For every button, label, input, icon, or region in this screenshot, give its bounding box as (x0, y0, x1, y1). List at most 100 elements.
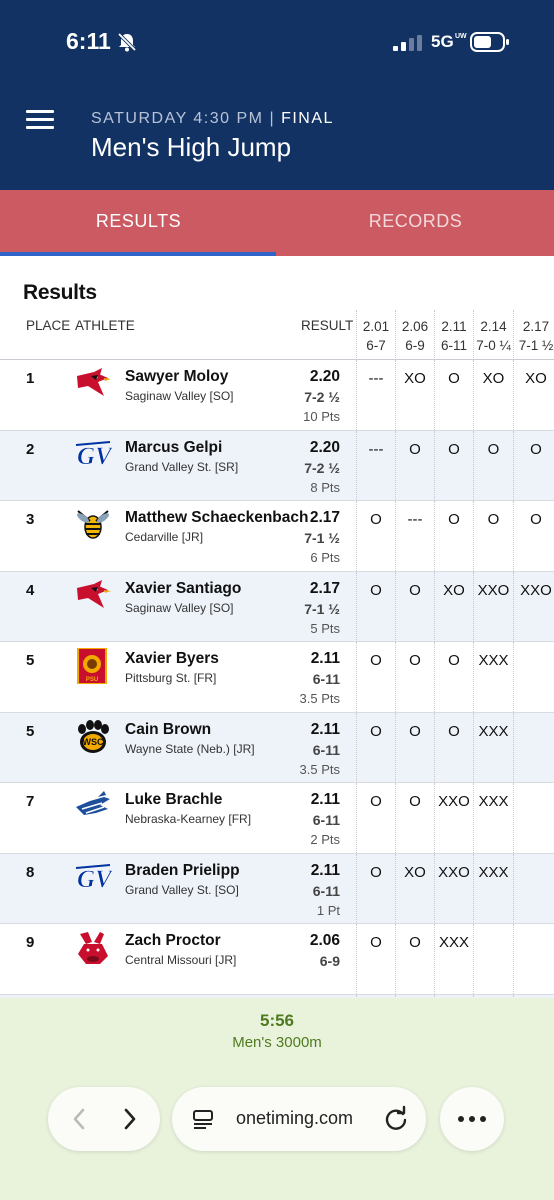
attempt-cell: O (395, 924, 434, 994)
attempt-cell (513, 853, 554, 924)
athlete-name[interactable]: Luke Brachle (125, 791, 222, 809)
place-value: 2 (26, 440, 35, 458)
results-table: PLACE ATHLETE RESULT 2.01 6-7 2.06 6-9 2.1… (0, 310, 554, 1065)
page-title: Men's High Jump (91, 132, 292, 162)
result-mark: 2.11 (310, 791, 340, 808)
gv-logo: GV (74, 860, 114, 896)
svg-text:WSC: WSC (83, 737, 104, 747)
forward-arrow-icon[interactable] (116, 1105, 144, 1133)
attempt-cell (513, 783, 554, 853)
result-imperial: 6-11 (312, 812, 340, 828)
table-header: PLACE ATHLETE RESULT 2.01 6-7 2.06 6-9 2.1… (0, 310, 554, 360)
result-imperial: 6-11 (312, 741, 340, 758)
athlete-name[interactable]: Matthew Schaeckenbach (125, 509, 308, 527)
place-value: 1 (26, 370, 35, 387)
attempt-cell: O (395, 430, 434, 501)
athlete-name[interactable]: Cain Brown (125, 721, 211, 739)
network-sub-label: UW (455, 33, 467, 40)
result-imperial: 6-11 (312, 671, 340, 687)
attempt-cell: O (395, 571, 434, 642)
gv-logo: GV (74, 437, 114, 473)
result-imperial: 7-2 ½ (304, 389, 340, 405)
col-height-1: 2.01 6-7 (356, 310, 395, 360)
network-label: 5G (431, 32, 454, 51)
attempt-cell (513, 712, 554, 783)
table-row[interactable]: 7 Luke Brachle Nebraska-Kearney [FR] 2.11 6-… (0, 783, 554, 854)
attempt-cell: O (356, 783, 395, 853)
result-mark: 2.11 (310, 720, 340, 738)
result-mark: 2.20 (309, 438, 340, 456)
col-height-3: 2.11 6-11 (434, 310, 473, 360)
app-header: 6:11 5G UW SATURDAY 4:30 PM | FINAL Men'… (0, 0, 554, 190)
table-row[interactable]: 2 GV Marcus Gelpi Grand Valley St. [SR] 2.20… (0, 430, 554, 501)
address-bar[interactable]: onetiming.com (172, 1087, 426, 1151)
athlete-name[interactable]: Braden Prielipp (125, 862, 240, 880)
result-points: 3.5 Pts (299, 761, 340, 777)
active-tab-indicator (0, 252, 276, 256)
svg-text:GV: GV (77, 866, 112, 893)
back-arrow-icon[interactable] (66, 1105, 94, 1133)
table-row[interactable]: 1 Sawyer Moloy Saginaw Valley [SO] 2.20 7-2 … (0, 360, 554, 431)
place-value: 3 (26, 511, 35, 528)
athlete-name[interactable]: Xavier Santiago (125, 580, 241, 598)
table-row[interactable]: 5 WSC Cain Brown Wayne State (Neb.) [JR] 2.1… (0, 712, 554, 783)
attempt-cell: O (395, 642, 434, 712)
yellowjacket-logo (74, 507, 112, 543)
col-athlete: ATHLETE (75, 318, 135, 333)
attempt-cell: XXO (473, 571, 513, 642)
result-mark: 2.17 (309, 579, 340, 597)
attempt-cell: XXO (434, 783, 473, 853)
reader-mode-icon[interactable] (192, 1107, 216, 1131)
attempt-cell: XXO (434, 853, 473, 924)
col-height-4: 2.14 7-0 ¼ (473, 310, 513, 360)
athlete-name[interactable]: Marcus Gelpi (125, 439, 222, 457)
more-options-button[interactable] (440, 1087, 504, 1151)
athlete-team: Nebraska-Kearney [FR] (125, 812, 252, 826)
mule-logo (74, 930, 112, 966)
attempt-cell: O (395, 712, 434, 783)
attempt-cell (473, 924, 513, 994)
place-value: 8 (26, 863, 35, 881)
battery-icon (470, 32, 509, 52)
table-row[interactable]: 3 Matthew Schaeckenbach Cedarville [JR] 2.1… (0, 501, 554, 572)
tab-bar: RESULTS RECORDS (0, 190, 554, 256)
attempt-cell: XO (434, 571, 473, 642)
athlete-name[interactable]: Sawyer Moloy (125, 368, 228, 386)
tab-records[interactable]: RECORDS (277, 190, 554, 256)
athlete-team: Cedarville [JR] (125, 530, 204, 544)
gorilla-logo: PSU (74, 647, 112, 685)
table-row[interactable]: 8 GV Braden Prielipp Grand Valley St. [SO] 2… (0, 853, 554, 924)
result-points: 5 Pts (310, 620, 340, 636)
status-time: 6:11 (66, 28, 111, 54)
table-row[interactable]: 4 Xavier Santiago Saginaw Valley [SO] 2.17 7… (0, 571, 554, 642)
col-place: PLACE (26, 318, 71, 333)
result-imperial: 6-11 (312, 882, 340, 899)
attempt-cell (513, 924, 554, 994)
tab-results[interactable]: RESULTS (0, 190, 277, 256)
athlete-team: Pittsburg St. [FR] (125, 671, 217, 685)
col-result: RESULT (301, 318, 354, 333)
place-value: 7 (26, 793, 35, 810)
attempt-cell: --- (356, 430, 395, 501)
athlete-name[interactable]: Zach Proctor (125, 932, 221, 950)
attempt-cell: O (356, 501, 395, 571)
attempt-cell: O (434, 642, 473, 712)
table-row[interactable]: 9 Zach Proctor Central Missouri [JR] 2.06 6-… (0, 924, 554, 995)
table-row[interactable]: 5 PSU Xavier Byers Pittsburg St. [FR] 2.11 6-… (0, 642, 554, 713)
attempt-cell: O (473, 501, 513, 571)
place-value: 9 (26, 934, 35, 951)
svg-text:GV: GV (77, 443, 112, 470)
place-value: 5 (26, 652, 35, 669)
athlete-name[interactable]: Xavier Byers (125, 650, 219, 668)
browser-nav-group (48, 1087, 160, 1151)
attempt-cell: O (356, 924, 395, 994)
result-mark: 2.11 (310, 650, 340, 667)
attempt-cell: XXX (473, 853, 513, 924)
reload-icon[interactable] (382, 1105, 410, 1133)
attempt-cell: XXX (473, 712, 513, 783)
section-title: Results (23, 281, 97, 304)
hamburger-menu-icon[interactable] (26, 110, 54, 132)
attempt-cell: XO (395, 853, 434, 924)
event-day-time: SATURDAY 4:30 PM (91, 110, 264, 127)
cardinal-logo (74, 578, 112, 614)
